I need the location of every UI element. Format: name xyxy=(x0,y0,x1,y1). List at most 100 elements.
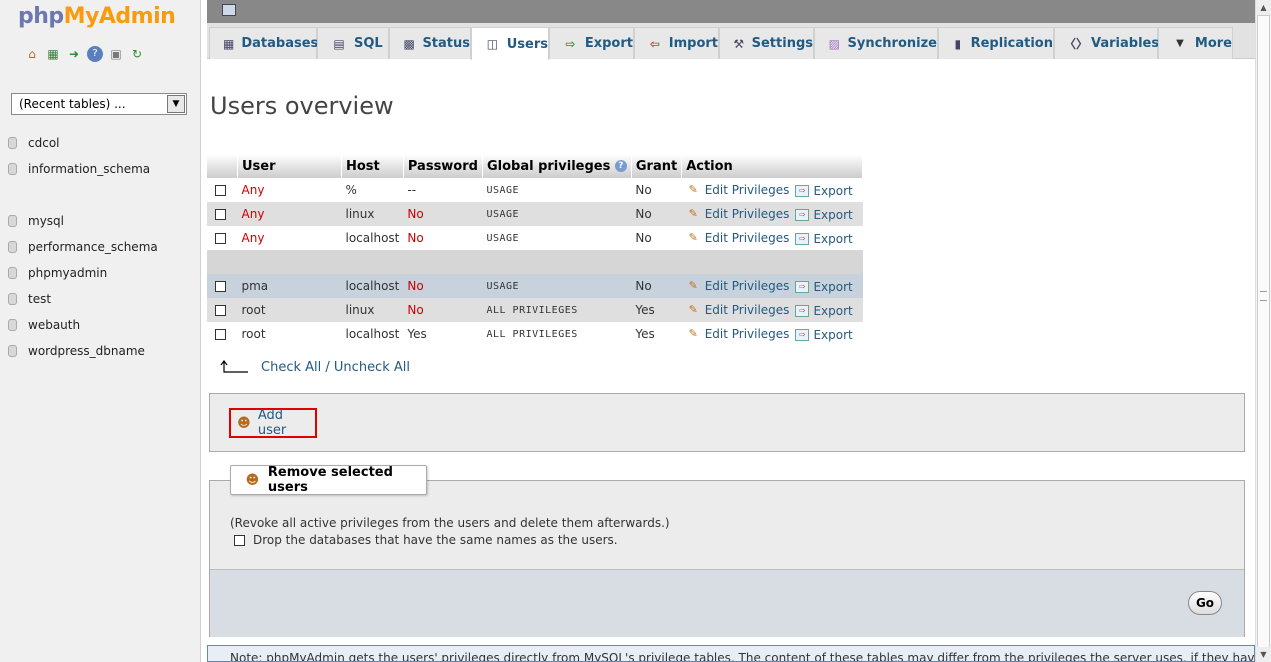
password-cell: Yes xyxy=(403,322,483,346)
database-icon: ▦ xyxy=(223,36,235,51)
password-cell: -- xyxy=(403,178,483,202)
table-row[interactable]: Any linux No USAGE No ✎ Edit Privileges ⇨ E… xyxy=(207,202,863,226)
user-cell: root xyxy=(237,322,342,346)
export-icon: ⇨ xyxy=(795,232,810,245)
privileges-cell: USAGE xyxy=(482,178,632,202)
table-row[interactable]: pma localhost No USAGE No ✎ Edit Privileg… xyxy=(207,274,863,298)
export-link[interactable]: ⇨ Export xyxy=(795,184,853,198)
tab-import[interactable]: ⇦ Import xyxy=(634,27,719,59)
recent-tables-select[interactable]: (Recent tables) ... ▼ xyxy=(11,93,187,115)
edit-user-icon: ✎ xyxy=(688,231,698,245)
db-item-performance-schema[interactable]: performance_schema xyxy=(8,238,158,256)
home-icon[interactable]: ⌂ xyxy=(24,46,40,62)
drop-databases-checkbox[interactable] xyxy=(234,534,245,546)
tab-settings[interactable]: ⚒ Settings xyxy=(719,27,814,59)
uncheck-all-link[interactable]: Uncheck All xyxy=(334,360,410,375)
export-icon: ⇨ xyxy=(565,36,576,51)
privileges-notice: Note: phpMyAdmin gets the users' privile… xyxy=(207,645,1255,662)
database-icon xyxy=(8,215,17,227)
host-cell: localhost xyxy=(341,322,404,346)
db-item-mysql[interactable]: mysql xyxy=(8,212,64,230)
tab-replication[interactable]: ▮ Replication xyxy=(938,27,1054,59)
tab-variables[interactable]: 〈〉 Variables xyxy=(1054,27,1159,59)
edit-privileges-link[interactable]: ✎ Edit Privileges xyxy=(686,207,790,221)
tab-databases[interactable]: ▦ Databases xyxy=(209,27,318,59)
export-link[interactable]: ⇨ Export xyxy=(795,232,853,246)
database-icon xyxy=(8,241,17,253)
help-icon[interactable]: ? xyxy=(87,46,103,62)
remove-user-icon: ☻ xyxy=(245,472,260,488)
action-cell: ✎ Edit Privileges ⇨ Export xyxy=(681,322,863,346)
database-icon[interactable]: ▦ xyxy=(45,46,61,62)
check-all-link[interactable]: Check All xyxy=(261,360,321,375)
tab-users[interactable]: ◫ Users xyxy=(471,27,549,60)
grant-cell: No xyxy=(631,226,682,250)
exit-icon[interactable]: ➜ xyxy=(66,46,82,62)
column-header-action: Action xyxy=(681,154,864,178)
scrollbar-grip xyxy=(1260,291,1267,301)
main-tabs: ▦ Databases ▤ SQL ▩ Status ◫ Users ⇨ Export ⇦… xyxy=(207,23,1255,60)
edit-privileges-link[interactable]: ✎ Edit Privileges xyxy=(686,279,790,293)
go-button[interactable]: Go xyxy=(1188,591,1222,615)
db-item-cdcol[interactable]: cdcol xyxy=(8,134,60,152)
password-cell: No xyxy=(403,202,483,226)
table-row[interactable]: root linux No ALL PRIVILEGES Yes ✎ Edit P… xyxy=(207,298,863,322)
scroll-down-arrow-icon[interactable]: ▼ xyxy=(1256,647,1271,662)
edit-user-icon: ✎ xyxy=(688,207,698,221)
scroll-up-arrow-icon[interactable]: ▲ xyxy=(1256,0,1271,15)
row-checkbox[interactable] xyxy=(215,209,226,220)
db-item-webauth[interactable]: webauth xyxy=(8,316,80,334)
table-row[interactable]: Any localhost No USAGE No ✎ Edit Privileg… xyxy=(207,226,863,250)
row-checkbox[interactable] xyxy=(215,233,226,244)
tab-synchronize[interactable]: ▨ Synchronize xyxy=(814,27,938,59)
add-user-label: Add user xyxy=(257,408,287,438)
column-header-grant: Grant xyxy=(631,154,683,178)
database-icon xyxy=(8,163,17,175)
server-icon[interactable] xyxy=(222,4,236,16)
db-item-test[interactable]: test xyxy=(8,290,51,308)
column-header-host[interactable]: Host xyxy=(341,154,404,178)
reload-icon[interactable]: ↻ xyxy=(129,46,145,62)
edit-privileges-link[interactable]: ✎ Edit Privileges xyxy=(686,327,790,341)
database-icon xyxy=(8,267,17,279)
chevron-down-icon[interactable]: ▼ xyxy=(167,95,185,113)
row-checkbox[interactable] xyxy=(215,281,226,292)
db-item-wordpress-dbname[interactable]: wordpress_dbname xyxy=(8,342,145,360)
row-checkbox[interactable] xyxy=(215,305,226,316)
export-link[interactable]: ⇨ Export xyxy=(795,280,853,294)
host-cell: % xyxy=(341,178,404,202)
tab-status[interactable]: ▩ Status xyxy=(389,27,471,59)
edit-privileges-link[interactable]: ✎ Edit Privileges xyxy=(686,183,790,197)
add-user-button[interactable]: ☻ Add user xyxy=(229,408,317,438)
phpmyadmin-logo[interactable]: phpMyAdmin xyxy=(18,4,176,29)
export-icon: ⇨ xyxy=(795,304,810,317)
help-icon[interactable]: ? xyxy=(614,160,627,172)
drop-databases-option[interactable]: Drop the databases that have the same na… xyxy=(234,533,618,547)
grant-cell: Yes xyxy=(631,298,682,322)
tab-more[interactable]: ▼ More xyxy=(1158,27,1233,59)
row-checkbox[interactable] xyxy=(215,185,226,196)
table-row[interactable]: root localhost Yes ALL PRIVILEGES Yes ✎ E… xyxy=(207,322,863,346)
export-link[interactable]: ⇨ Export xyxy=(795,208,853,222)
export-icon: ⇨ xyxy=(795,184,810,197)
edit-privileges-link[interactable]: ✎ Edit Privileges xyxy=(686,303,790,317)
replication-icon: ▮ xyxy=(954,36,962,51)
tab-export[interactable]: ⇨ Export xyxy=(549,27,634,59)
grant-cell: Yes xyxy=(631,322,682,346)
tab-sql[interactable]: ▤ SQL xyxy=(317,27,389,59)
edit-user-icon: ✎ xyxy=(688,279,698,293)
column-header-user[interactable]: User xyxy=(237,154,342,178)
export-icon: ⇨ xyxy=(795,328,810,341)
db-item-information-schema[interactable]: information_schema xyxy=(8,160,150,178)
edit-privileges-link[interactable]: ✎ Edit Privileges xyxy=(686,231,790,245)
drop-databases-label[interactable]: Drop the databases that have the same na… xyxy=(253,533,618,547)
export-link[interactable]: ⇨ Export xyxy=(795,304,853,318)
table-row[interactable]: Any % -- USAGE No ✎ Edit Privileges ⇨ Expor… xyxy=(207,178,863,202)
row-checkbox[interactable] xyxy=(215,329,226,340)
settings-icon: ⚒ xyxy=(733,36,745,51)
scrollbar-thumb[interactable] xyxy=(1257,15,1270,650)
add-user-icon: ☻ xyxy=(237,415,251,431)
docs-icon[interactable]: ▣ xyxy=(108,46,124,62)
db-item-phpmyadmin[interactable]: phpmyadmin xyxy=(8,264,107,282)
export-link[interactable]: ⇨ Export xyxy=(795,328,853,342)
